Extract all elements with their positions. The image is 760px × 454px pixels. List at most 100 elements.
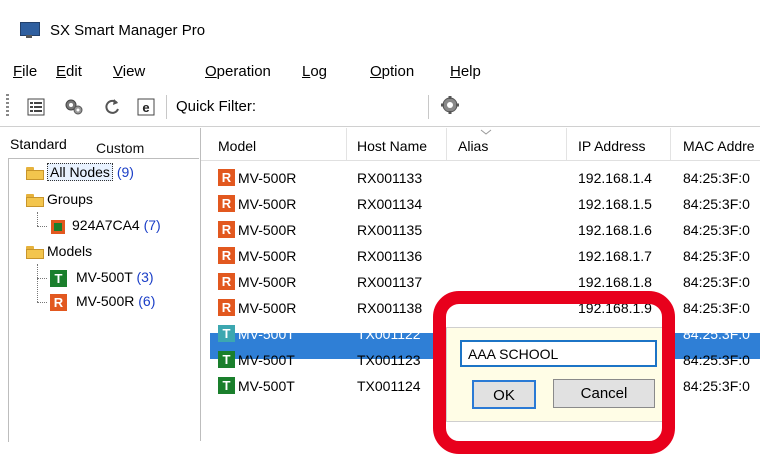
cell-ip-address: 192.168.1.7: [578, 248, 652, 264]
cell-host-name: RX001138: [357, 300, 423, 316]
alias-input[interactable]: [460, 340, 657, 367]
sort-chevron-icon: [480, 129, 492, 135]
tab-custom[interactable]: Custom: [96, 140, 144, 156]
cell-mac-address: 84:25:3F:0: [683, 300, 750, 316]
cell-model: MV-500R: [238, 274, 297, 290]
tree-line: [37, 302, 47, 303]
column-header-mac-address[interactable]: MAC Addre: [683, 138, 755, 154]
cell-mac-address: 84:25:3F:0: [683, 352, 750, 368]
cell-mac-address: 84:25:3F:0: [683, 274, 750, 290]
info-e-icon[interactable]: e: [136, 97, 156, 117]
group-icon: [51, 220, 65, 234]
cell-host-name: RX001137: [357, 274, 423, 290]
node-count: (3): [136, 269, 154, 285]
cell-mac-address: 84:25:3F:0: [683, 222, 750, 238]
receiver-r-icon: R: [218, 273, 235, 290]
ok-button[interactable]: OK: [472, 380, 536, 409]
tree-node-label: Models: [47, 243, 93, 259]
title-bar: SX Smart Manager Pro: [0, 0, 760, 56]
tree-line: [37, 264, 38, 302]
cell-ip-address: 192.168.1.8: [578, 274, 652, 290]
tree-node-group-924A7CA4[interactable]: 924A7CA4 (7): [72, 217, 161, 233]
menu-bar: File Edit View Operation Log Option Help: [0, 57, 760, 87]
column-separator[interactable]: [446, 128, 447, 160]
column-header-ip-address[interactable]: IP Address: [578, 138, 645, 154]
receiver-r-icon: R: [218, 169, 235, 186]
cell-host-name: TX001122: [357, 326, 421, 342]
tree-node-label: 924A7CA4: [72, 217, 140, 233]
menu-view[interactable]: View: [113, 63, 145, 80]
menu-log[interactable]: Log: [302, 63, 327, 80]
toolbar-separator: [428, 95, 429, 119]
settings-gears-icon[interactable]: [64, 97, 84, 117]
filter-settings-gear-icon[interactable]: [440, 95, 460, 115]
cell-model: MV-500T: [238, 378, 295, 394]
quick-filter-input[interactable]: [276, 93, 424, 121]
cancel-button[interactable]: Cancel: [553, 379, 655, 408]
column-header-host-name[interactable]: Host Name: [357, 138, 427, 154]
column-separator[interactable]: [566, 128, 567, 160]
cell-model: MV-500T: [238, 326, 295, 342]
cell-model: MV-500R: [238, 300, 297, 316]
cell-model: MV-500R: [238, 248, 297, 264]
quick-filter-label: Quick Filter:: [176, 98, 257, 115]
receiver-r-icon: R: [218, 195, 235, 212]
cell-ip-address: 192.168.1.4: [578, 170, 652, 186]
transmitter-t-icon: T: [218, 325, 235, 342]
node-count: (7): [143, 217, 161, 233]
menu-help[interactable]: Help: [450, 63, 481, 80]
transmitter-t-icon: T: [50, 270, 67, 287]
cell-model: MV-500T: [238, 352, 295, 368]
tree-node-all-nodes[interactable]: All Nodes (9): [47, 163, 134, 181]
receiver-r-icon: R: [50, 294, 67, 311]
cell-ip-address: 192.168.1.5: [578, 196, 652, 212]
tree-node-mv-500r[interactable]: MV-500R (6): [76, 293, 155, 309]
cell-host-name: RX001134: [357, 196, 423, 212]
cell-model: MV-500R: [238, 222, 297, 238]
node-count: (9): [116, 164, 134, 180]
toolbar-grip[interactable]: [6, 94, 9, 118]
tree-node-label: MV-500R: [76, 293, 135, 309]
svg-text:e: e: [142, 100, 149, 115]
cell-host-name: TX001124: [357, 378, 421, 394]
cell-host-name: RX001135: [357, 222, 423, 238]
column-separator[interactable]: [346, 128, 347, 160]
window-title: SX Smart Manager Pro: [50, 22, 206, 39]
menu-edit[interactable]: Edit: [56, 63, 82, 80]
app-monitor-icon: [18, 22, 40, 38]
tree-line: [37, 212, 38, 226]
cell-host-name: RX001133: [357, 170, 423, 186]
tree-line: [37, 226, 47, 227]
cell-mac-address: 84:25:3F:0: [683, 196, 750, 212]
cell-model: MV-500R: [238, 170, 297, 186]
cell-mac-address: 84:25:3F:0: [683, 326, 750, 342]
tree-node-label: MV-500T: [76, 269, 133, 285]
tab-standard[interactable]: Standard: [10, 136, 67, 152]
tree-node-models[interactable]: Models: [47, 243, 92, 259]
node-count: (6): [138, 293, 156, 309]
tree-node-label: All Nodes: [47, 163, 113, 181]
column-header-alias[interactable]: Alias: [458, 138, 488, 154]
cell-host-name: RX001136: [357, 248, 423, 264]
cell-mac-address: 84:25:3F:0: [683, 248, 750, 264]
column-header-model[interactable]: Model: [218, 138, 256, 154]
menu-operation[interactable]: Operation: [205, 63, 271, 80]
receiver-r-icon: R: [218, 221, 235, 238]
menu-file[interactable]: File: [13, 63, 37, 80]
toolbar-separator: [166, 95, 167, 119]
column-separator[interactable]: [670, 128, 671, 160]
transmitter-t-icon: T: [218, 351, 235, 368]
transmitter-t-icon: T: [218, 377, 235, 394]
cell-mac-address: 84:25:3F:0: [683, 378, 750, 394]
tree-line: [37, 278, 47, 279]
tree-node-groups[interactable]: Groups: [47, 191, 93, 207]
refresh-icon[interactable]: [102, 97, 122, 117]
tree-node-label: Groups: [47, 191, 93, 207]
menu-option[interactable]: Option: [370, 63, 414, 80]
tree-node-mv-500t[interactable]: MV-500T (3): [76, 269, 154, 285]
cell-ip-address: 192.168.1.6: [578, 222, 652, 238]
cell-model: MV-500R: [238, 196, 297, 212]
cell-mac-address: 84:25:3F:0: [683, 170, 750, 186]
list-view-icon[interactable]: [26, 97, 46, 117]
folder-icon: [26, 246, 44, 259]
